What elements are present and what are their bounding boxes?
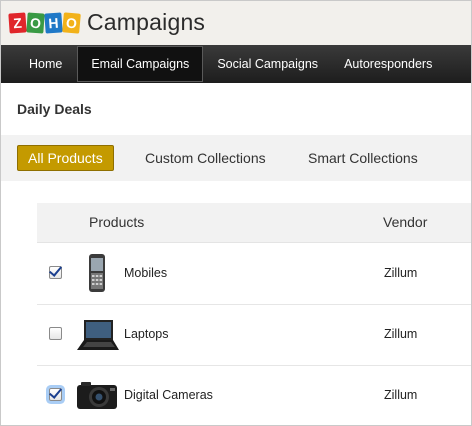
table-row[interactable]: Laptops Zillum (37, 304, 471, 366)
vendor-name: Zillum (384, 266, 418, 280)
main-nav: Home Email Campaigns Social Campaigns Au… (1, 45, 471, 83)
app-window: Z O H O Campaigns Home Email Campaigns S… (0, 0, 472, 426)
zoho-campaigns-logo[interactable]: Z O H O Campaigns (8, 9, 206, 36)
vendor-name: Zillum (384, 388, 418, 402)
column-header-vendor: Vendor (383, 214, 428, 230)
logo-letter: Z (8, 11, 27, 34)
table-header: Products Vendor (37, 203, 471, 243)
app-header: Z O H O Campaigns (1, 1, 471, 45)
row-checkbox[interactable] (49, 327, 62, 340)
product-name: Digital Cameras (124, 388, 213, 402)
nav-email-campaigns[interactable]: Email Campaigns (77, 46, 204, 82)
tab-custom-collections[interactable]: Custom Collections (145, 145, 266, 171)
page-title: Daily Deals (17, 101, 92, 117)
tab-smart-collections[interactable]: Smart Collections (308, 145, 418, 171)
mobile-phone-icon (89, 254, 105, 292)
products-table: Products Vendor (37, 203, 471, 243)
logo-letter: O (26, 11, 45, 34)
row-checkbox[interactable] (49, 388, 62, 401)
row-checkbox[interactable] (49, 266, 62, 279)
zoho-logo: Z O H O (8, 11, 81, 34)
vendor-name: Zillum (384, 327, 418, 341)
laptop-icon (77, 320, 119, 350)
product-name: Laptops (124, 327, 169, 341)
logo-letter: H (44, 11, 63, 34)
nav-autoresponders[interactable]: Autoresponders (331, 45, 445, 83)
table-row[interactable]: Digital Cameras Zillum (37, 365, 471, 425)
nav-social-campaigns[interactable]: Social Campaigns (204, 45, 331, 83)
column-header-products: Products (89, 214, 145, 230)
product-name: Mobiles (124, 266, 168, 280)
table-row[interactable]: Mobiles Zillum (37, 243, 471, 305)
camera-icon (77, 382, 117, 409)
tab-all-products[interactable]: All Products (17, 145, 114, 171)
collection-tabs: All Products Custom Collections Smart Co… (1, 135, 471, 181)
logo-letter: O (62, 11, 81, 34)
nav-home[interactable]: Home (1, 45, 76, 83)
app-title: Campaigns (87, 9, 206, 35)
